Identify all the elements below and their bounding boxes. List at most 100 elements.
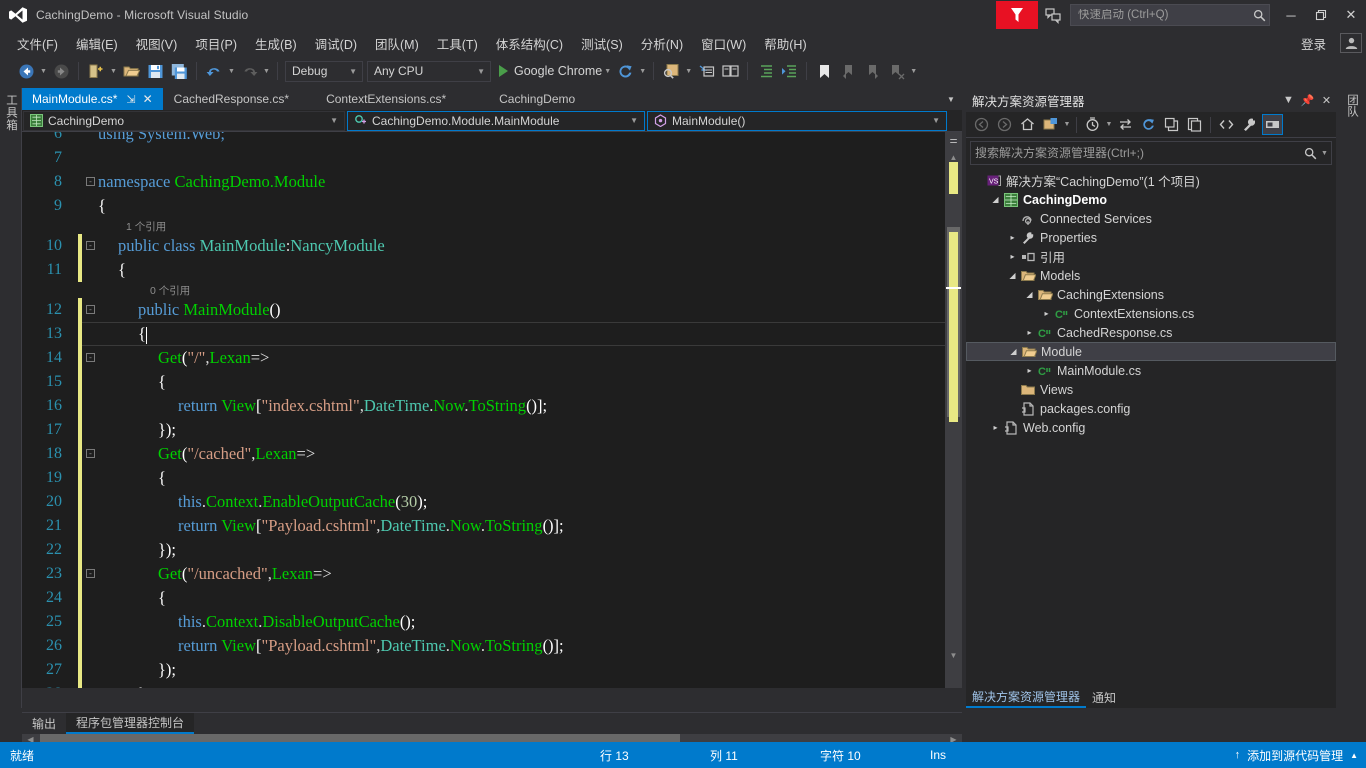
tree-expand-icon[interactable]: ▸ — [1006, 233, 1019, 242]
code-line[interactable]: 17}); — [22, 418, 922, 442]
toolbox-tab[interactable]: 工具箱 — [3, 94, 19, 132]
refresh-icon[interactable] — [1138, 114, 1159, 135]
tree-item-properties[interactable]: ▸ Properties — [966, 228, 1336, 247]
pin-icon[interactable]: 📌 — [1298, 91, 1317, 110]
menu-item-debug[interactable]: 调试(D) — [306, 31, 366, 56]
start-debugging-button[interactable]: Google Chrome — [497, 64, 602, 78]
code-line[interactable]: 16 return View["index.cshtml",DateTime.No… — [22, 394, 922, 418]
navigate-back-dropdown-icon[interactable]: ▼ — [38, 60, 49, 82]
navbar-type-combo[interactable]: CachingDemo.Module.MainModule ▼ — [347, 110, 645, 131]
new-project-dropdown-icon[interactable]: ▼ — [108, 60, 119, 82]
tree-item-web-config[interactable]: ▸ Web.config — [966, 418, 1336, 437]
decrease-indent-icon[interactable] — [754, 60, 776, 82]
menu-item-help[interactable]: 帮助(H) — [755, 31, 815, 56]
minimize-button[interactable]: ─ — [1276, 1, 1306, 29]
team-explorer-tab[interactable]: 团队 — [1344, 94, 1360, 117]
account-icon[interactable] — [1340, 33, 1362, 53]
chevron-down-icon[interactable]: ▼ — [1321, 150, 1331, 157]
tab-cachingdemo[interactable]: CachingDemo — [473, 88, 587, 110]
code-line[interactable]: 14 - Get("/",Lexan=> — [22, 346, 922, 370]
close-icon[interactable]: ✕ — [143, 92, 153, 106]
tree-item-models[interactable]: ◢ Models — [966, 266, 1336, 285]
chevron-down-icon-2[interactable]: ▼ — [1104, 121, 1114, 128]
code-line[interactable]: 11{ — [22, 258, 922, 282]
comment-selection-icon[interactable] — [695, 60, 717, 82]
view-code-icon[interactable] — [1216, 114, 1237, 135]
close-button[interactable]: ✕ — [1336, 1, 1366, 29]
code-line[interactable]: 6 using System.Web; — [22, 132, 922, 146]
undo-icon[interactable] — [203, 60, 225, 82]
quick-launch-box[interactable] — [1070, 4, 1270, 26]
menu-item-edit[interactable]: 编辑(E) — [67, 31, 127, 56]
clear-bookmarks-icon[interactable] — [885, 60, 907, 82]
menu-item-window[interactable]: 窗口(W) — [692, 31, 755, 56]
tab-package-manager-console[interactable]: 程序包管理器控制台 — [66, 713, 195, 734]
menu-item-analyze[interactable]: 分析(N) — [632, 31, 692, 56]
sign-in-button[interactable]: 登录 — [1291, 34, 1336, 53]
tree-collapse-icon[interactable]: ◢ — [1006, 271, 1019, 280]
code-line[interactable]: 12 - public MainModule() — [22, 298, 922, 322]
toolbar-overflow-icon[interactable]: ▼ — [908, 60, 919, 82]
code-fold-toggle[interactable]: - — [86, 177, 95, 186]
maximize-button[interactable] — [1306, 1, 1336, 29]
menu-item-team[interactable]: 团队(M) — [366, 31, 428, 56]
find-dropdown-icon[interactable]: ▼ — [683, 60, 694, 82]
tree-item-cachingdemo-1[interactable]: VS 解决方案“CachingDemo”(1 个项目) — [966, 171, 1336, 190]
code-line[interactable]: 24 { — [22, 586, 922, 610]
save-icon[interactable] — [144, 60, 166, 82]
collapse-all-icon[interactable] — [1161, 114, 1182, 135]
back-icon[interactable] — [971, 114, 992, 135]
tab-mainmodule[interactable]: MainModule.cs* ⇲ ✕ — [22, 88, 164, 110]
menu-item-view[interactable]: 视图(V) — [127, 31, 187, 56]
code-line[interactable]: 19 { — [22, 466, 922, 490]
close-icon[interactable]: ✕ — [1317, 91, 1336, 110]
notification-flag-icon[interactable] — [996, 1, 1038, 29]
menu-item-project[interactable]: 项目(P) — [186, 31, 246, 56]
code-line[interactable]: 13{ — [22, 322, 958, 346]
tab-overflow-icon[interactable]: ▼ — [942, 88, 960, 110]
tree-expand-icon[interactable]: ▸ — [1040, 309, 1053, 318]
code-line[interactable]: 18 - Get("/cached",Lexan=> — [22, 442, 922, 466]
tab-cachedresponse[interactable]: CachedResponse.cs* — [163, 88, 301, 110]
code-line[interactable]: 23 - Get("/uncached",Lexan=> — [22, 562, 922, 586]
redo-dropdown-icon[interactable]: ▼ — [261, 60, 272, 82]
sync-with-active-document-icon[interactable] — [1115, 114, 1136, 135]
save-all-icon[interactable] — [168, 60, 190, 82]
navigate-back-icon[interactable] — [15, 60, 37, 82]
solution-tree[interactable]: VS 解决方案“CachingDemo”(1 个项目) ◢ CachingDemo Co… — [966, 167, 1336, 437]
code-line[interactable]: 27}); — [22, 658, 922, 682]
bookmark-icon[interactable] — [813, 60, 835, 82]
scroll-down-icon[interactable]: ▼ — [945, 647, 962, 664]
menu-item-build[interactable]: 生成(B) — [246, 31, 306, 56]
chevron-down-icon[interactable]: ▼ — [1279, 91, 1298, 110]
next-bookmark-icon[interactable] — [861, 60, 883, 82]
tree-collapse-icon[interactable]: ◢ — [989, 195, 1002, 204]
refresh-browser-icon[interactable] — [614, 60, 636, 82]
navigate-forward-icon[interactable] — [50, 60, 72, 82]
find-in-files-icon[interactable] — [660, 60, 682, 82]
code-fold-toggle[interactable]: - — [86, 569, 95, 578]
code-line[interactable]: 25 this.Context.DisableOutputCache(); — [22, 610, 922, 634]
tree-item-contextextensions-cs[interactable]: ▸ C ContextExtensions.cs — [966, 304, 1336, 323]
tree-item-views[interactable]: Views — [966, 380, 1336, 399]
code-line[interactable]: 28} — [22, 682, 922, 688]
tree-expand-icon[interactable]: ▸ — [989, 423, 1002, 432]
code-fold-toggle[interactable]: - — [86, 449, 95, 458]
prev-bookmark-icon[interactable] — [837, 60, 859, 82]
code-line[interactable]: 26 return View["Payload.cshtml",DateTime.… — [22, 634, 922, 658]
undo-dropdown-icon[interactable]: ▼ — [226, 60, 237, 82]
menu-item-tools[interactable]: 工具(T) — [428, 31, 487, 56]
navbar-project-combo[interactable]: CachingDemo ▼ — [23, 110, 345, 131]
code-fold-toggle[interactable]: - — [86, 353, 95, 362]
tree-item-packages-config[interactable]: packages.config — [966, 399, 1336, 418]
redo-icon[interactable] — [238, 60, 260, 82]
tab-contextextensions[interactable]: ContextExtensions.cs* — [300, 88, 474, 110]
increase-indent-icon[interactable] — [778, 60, 800, 82]
uncomment-selection-icon[interactable] — [719, 60, 741, 82]
tab-solution-explorer[interactable]: 解决方案资源管理器 — [966, 686, 1087, 708]
code-line[interactable]: 8 - namespace CachingDemo.Module — [22, 170, 922, 194]
properties-icon[interactable] — [1239, 114, 1260, 135]
quick-launch-input[interactable] — [1071, 9, 1249, 21]
tree-item-connected-services[interactable]: Connected Services — [966, 209, 1336, 228]
tree-item-cachingextensions[interactable]: ◢ CachingExtensions — [966, 285, 1336, 304]
